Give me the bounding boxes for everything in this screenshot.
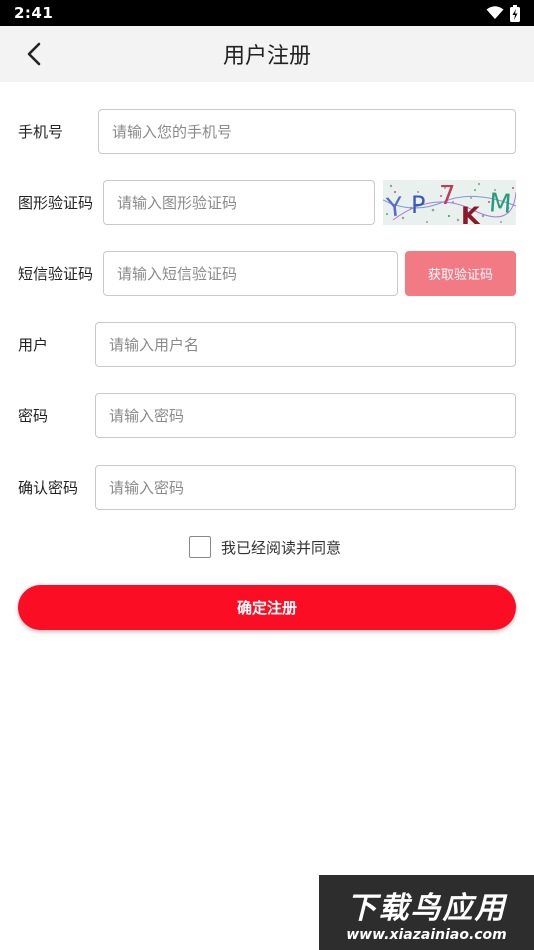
captcha-char-m: M [488, 188, 512, 219]
agreement-checkbox[interactable] [189, 536, 211, 558]
wifi-icon [486, 6, 504, 19]
captcha-char-p: P [411, 191, 425, 219]
password-label: 密码 [18, 407, 49, 425]
phone-label: 手机号 [18, 123, 64, 141]
sms-code-row: 短信验证码 获取验证码 [0, 251, 534, 297]
image-code-input[interactable] [103, 180, 375, 225]
image-code-row: 图形验证码 Y P 7 K M [0, 180, 534, 226]
password-input[interactable] [95, 393, 516, 438]
captcha-char-k: K [461, 202, 481, 225]
confirm-password-input[interactable] [95, 465, 516, 510]
captcha-char-7: 7 [439, 181, 456, 211]
back-button[interactable] [18, 38, 50, 70]
confirm-password-label: 确认密码 [18, 479, 79, 497]
password-row: 密码 [0, 393, 534, 439]
agreement-row: 我已经阅读并同意 [189, 536, 341, 558]
page-title: 用户注册 [222, 44, 311, 69]
username-input[interactable] [95, 322, 516, 367]
chevron-left-icon [27, 42, 41, 66]
captcha-char-y: Y [384, 192, 404, 224]
username-label: 用户 [18, 336, 49, 354]
battery-icon [510, 4, 520, 22]
confirm-password-row: 确认密码 [0, 465, 534, 511]
register-button[interactable]: 确定注册 [18, 585, 516, 630]
captcha-image[interactable]: Y P 7 K M [383, 180, 516, 225]
status-icons [486, 4, 520, 22]
get-code-button[interactable]: 获取验证码 [405, 251, 516, 296]
watermark: 下载鸟应用 www.xiazainiao.com [319, 875, 534, 950]
image-code-label: 图形验证码 [18, 194, 94, 212]
captcha-graphic: Y P 7 K M [383, 181, 516, 225]
app-header: 用户注册 [0, 26, 534, 82]
sms-code-input[interactable] [103, 251, 398, 296]
status-time: 2:41 [14, 4, 54, 22]
phone-input[interactable] [98, 109, 516, 154]
watermark-title: 下载鸟应用 [346, 890, 507, 926]
watermark-url: www.xiazainiao.com [346, 926, 507, 943]
sms-code-label: 短信验证码 [18, 265, 94, 283]
username-row: 用户 [0, 322, 534, 368]
agreement-text: 我已经阅读并同意 [221, 538, 342, 557]
status-bar: 2:41 [0, 0, 534, 26]
phone-row: 手机号 [0, 109, 534, 155]
